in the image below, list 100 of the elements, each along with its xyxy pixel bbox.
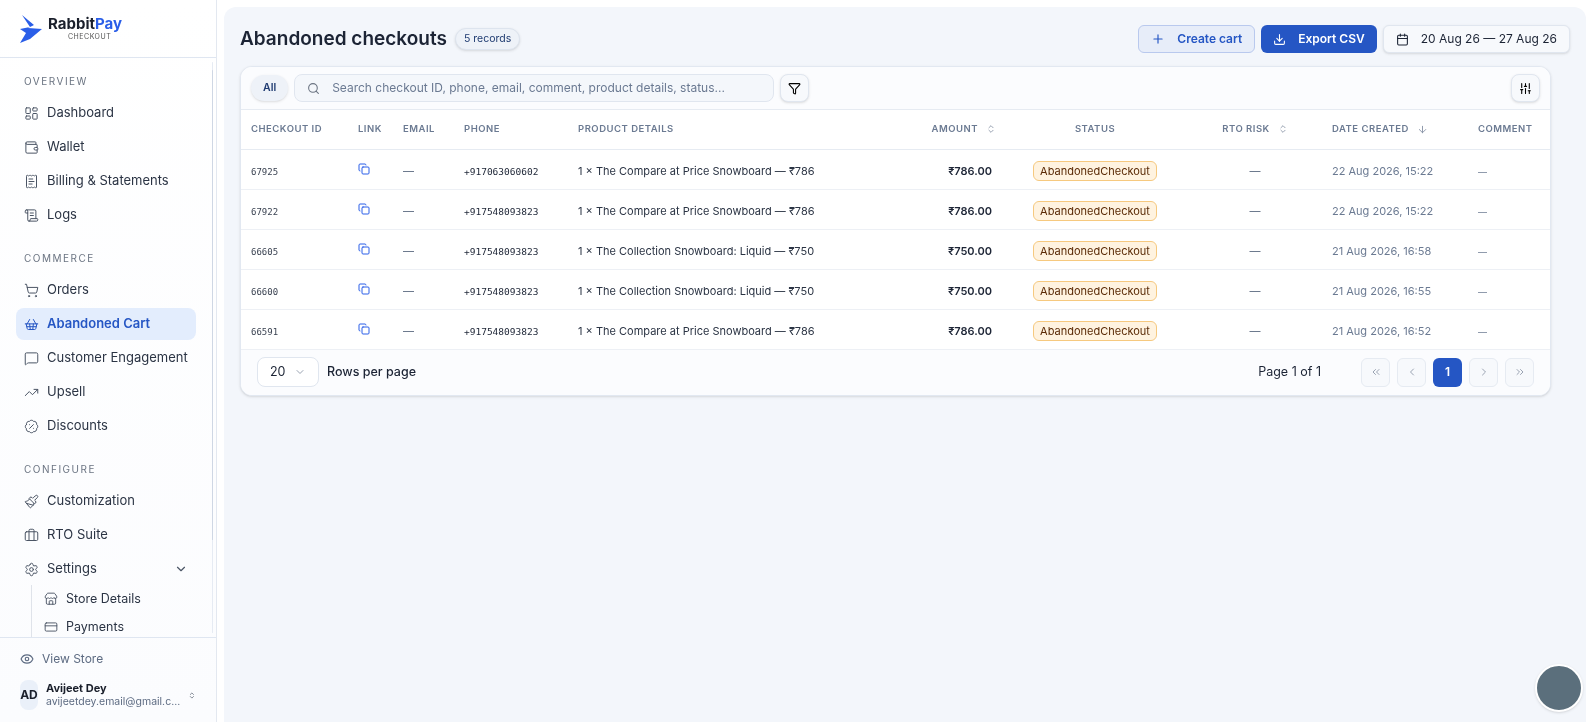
sidebar-item[interactable]: Customization xyxy=(16,485,196,517)
column-header: PHONE xyxy=(464,122,500,137)
chat-bubble-icon xyxy=(24,350,39,366)
column-header: CHECKOUT ID xyxy=(251,122,323,137)
rows-per-page-select[interactable]: 20 xyxy=(257,357,319,387)
all-filter-chip[interactable]: All xyxy=(251,75,289,101)
sidebar-item[interactable]: RTO Suite xyxy=(16,519,196,551)
email-cell: — xyxy=(403,324,414,338)
column-header: AMOUNT xyxy=(931,122,978,137)
sidebar-item[interactable]: Discounts xyxy=(16,410,196,442)
column-header: LINK xyxy=(358,122,382,137)
product-details: 1 × The Compare at Price Snowboard — ₹786 xyxy=(578,164,815,178)
rto-risk-cell: — xyxy=(1249,164,1261,178)
checkout-id: 66591 xyxy=(251,327,279,337)
email-cell: — xyxy=(403,284,414,298)
filter-button[interactable] xyxy=(780,74,810,102)
column-header: PRODUCT DETAILS xyxy=(578,122,674,137)
amount-cell: ₹786.00 xyxy=(948,204,992,218)
sidebar-item[interactable]: Dashboard xyxy=(16,97,196,129)
rto-risk-cell: — xyxy=(1249,324,1261,338)
download-icon xyxy=(1273,32,1287,46)
page-title: Abandoned checkouts xyxy=(240,25,447,52)
filter-icon xyxy=(788,81,802,95)
phone-cell: +917548093823 xyxy=(464,326,539,337)
sort-down-icon[interactable] xyxy=(1416,123,1428,135)
date-cell: 21 Aug 2026, 16:55 xyxy=(1332,284,1432,298)
double-chevron-right-icon xyxy=(1513,366,1526,378)
sidebar-item[interactable]: Orders xyxy=(16,274,196,306)
sidebar-item[interactable]: Wallet xyxy=(16,131,196,163)
product-details: 1 × The Compare at Price Snowboard — ₹786 xyxy=(578,204,815,218)
copy-icon[interactable] xyxy=(358,203,370,215)
column-settings-button[interactable] xyxy=(1511,74,1540,102)
receipt-icon xyxy=(24,173,39,189)
record-count: 5 records xyxy=(454,28,521,50)
comment-cell: — xyxy=(1478,286,1487,297)
status-badge: AbandonedCheckout xyxy=(1033,240,1157,262)
search-field[interactable]: Search checkout ID, phone, email, comment, product details, status... xyxy=(294,74,775,102)
cart-icon xyxy=(24,282,39,298)
logo-text: RabbitPay xyxy=(48,16,122,32)
checkout-id: 66600 xyxy=(251,287,279,297)
product-details: 1 × The Collection Snowboard: Liquid — ₹750 xyxy=(578,244,815,258)
eye-icon xyxy=(20,652,34,666)
copy-icon[interactable] xyxy=(358,163,370,175)
sidebar-item[interactable]: Store Details xyxy=(32,585,196,613)
percent-badge-icon xyxy=(24,418,39,434)
column-header: STATUS xyxy=(1074,122,1116,137)
status-badge: AbandonedCheckout xyxy=(1033,160,1157,182)
view-store-link[interactable]: View Store xyxy=(20,650,196,668)
sort-icon[interactable] xyxy=(1277,124,1288,135)
date-range-button[interactable]: 20 Aug 26 — 27 Aug 26 xyxy=(1382,25,1570,53)
copy-icon[interactable] xyxy=(358,243,370,255)
basket-icon xyxy=(24,316,39,332)
column-header: COMMENT xyxy=(1478,122,1533,137)
date-cell: 21 Aug 2026, 16:52 xyxy=(1332,324,1432,338)
comment-cell: — xyxy=(1478,206,1487,217)
email-cell: — xyxy=(403,204,414,218)
store-icon xyxy=(44,592,58,606)
rto-risk-cell: — xyxy=(1249,204,1261,218)
wallet-icon xyxy=(24,139,39,155)
paintbrush-icon xyxy=(24,493,39,509)
page-info: Page 1 of 1 xyxy=(1258,362,1321,381)
column-header: EMAIL xyxy=(403,122,435,137)
dashboard-icon xyxy=(24,105,39,121)
checkout-id: 67922 xyxy=(251,207,279,217)
sidebar-item[interactable]: Abandoned Cart xyxy=(16,308,196,340)
user-avatar: AD xyxy=(20,680,38,710)
logo-icon xyxy=(20,14,44,43)
settings-icon xyxy=(24,561,39,577)
rows-per-page-label: Rows per page xyxy=(327,362,416,381)
create-cart-button[interactable]: Create cart xyxy=(1138,25,1256,53)
copy-icon[interactable] xyxy=(358,323,370,335)
sidebar-item[interactable]: Payments xyxy=(32,613,196,637)
phone-cell: +917063060602 xyxy=(464,166,539,177)
status-badge: AbandonedCheckout xyxy=(1033,200,1157,222)
plus-icon xyxy=(1151,32,1166,46)
sidebar-item[interactable]: Billing & Statements xyxy=(16,165,196,197)
sort-icon[interactable] xyxy=(986,124,996,135)
copy-icon[interactable] xyxy=(358,283,370,295)
phone-cell: +917548093823 xyxy=(464,246,539,257)
amount-cell: ₹786.00 xyxy=(948,324,992,338)
column-header: DATE CREATED xyxy=(1332,122,1409,137)
page-button[interactable]: 1 xyxy=(1433,357,1462,387)
scroll-icon xyxy=(24,207,39,223)
comment-cell: — xyxy=(1478,166,1487,177)
amount-cell: ₹750.00 xyxy=(948,284,992,298)
email-cell: — xyxy=(403,244,414,258)
status-badge: AbandonedCheckout xyxy=(1033,280,1157,302)
export-csv-button[interactable]: Export CSV xyxy=(1261,25,1377,53)
status-badge: AbandonedCheckout xyxy=(1033,320,1157,342)
sidebar-item[interactable]: Logs xyxy=(16,199,196,231)
briefcase-icon xyxy=(24,527,39,543)
checkout-id: 66605 xyxy=(251,247,279,257)
amount-cell: ₹750.00 xyxy=(948,244,992,258)
rto-risk-cell: — xyxy=(1249,244,1261,258)
user-name: Avijeet Dey xyxy=(45,681,108,696)
sidebar-item[interactable]: Upsell xyxy=(16,376,196,408)
user-email: avijeetdey.email@gmail.c... xyxy=(45,695,181,709)
sidebar-item[interactable]: Settings xyxy=(16,553,196,585)
sidebar-item[interactable]: Customer Engagement xyxy=(16,342,196,374)
calendar-icon xyxy=(1395,32,1409,46)
